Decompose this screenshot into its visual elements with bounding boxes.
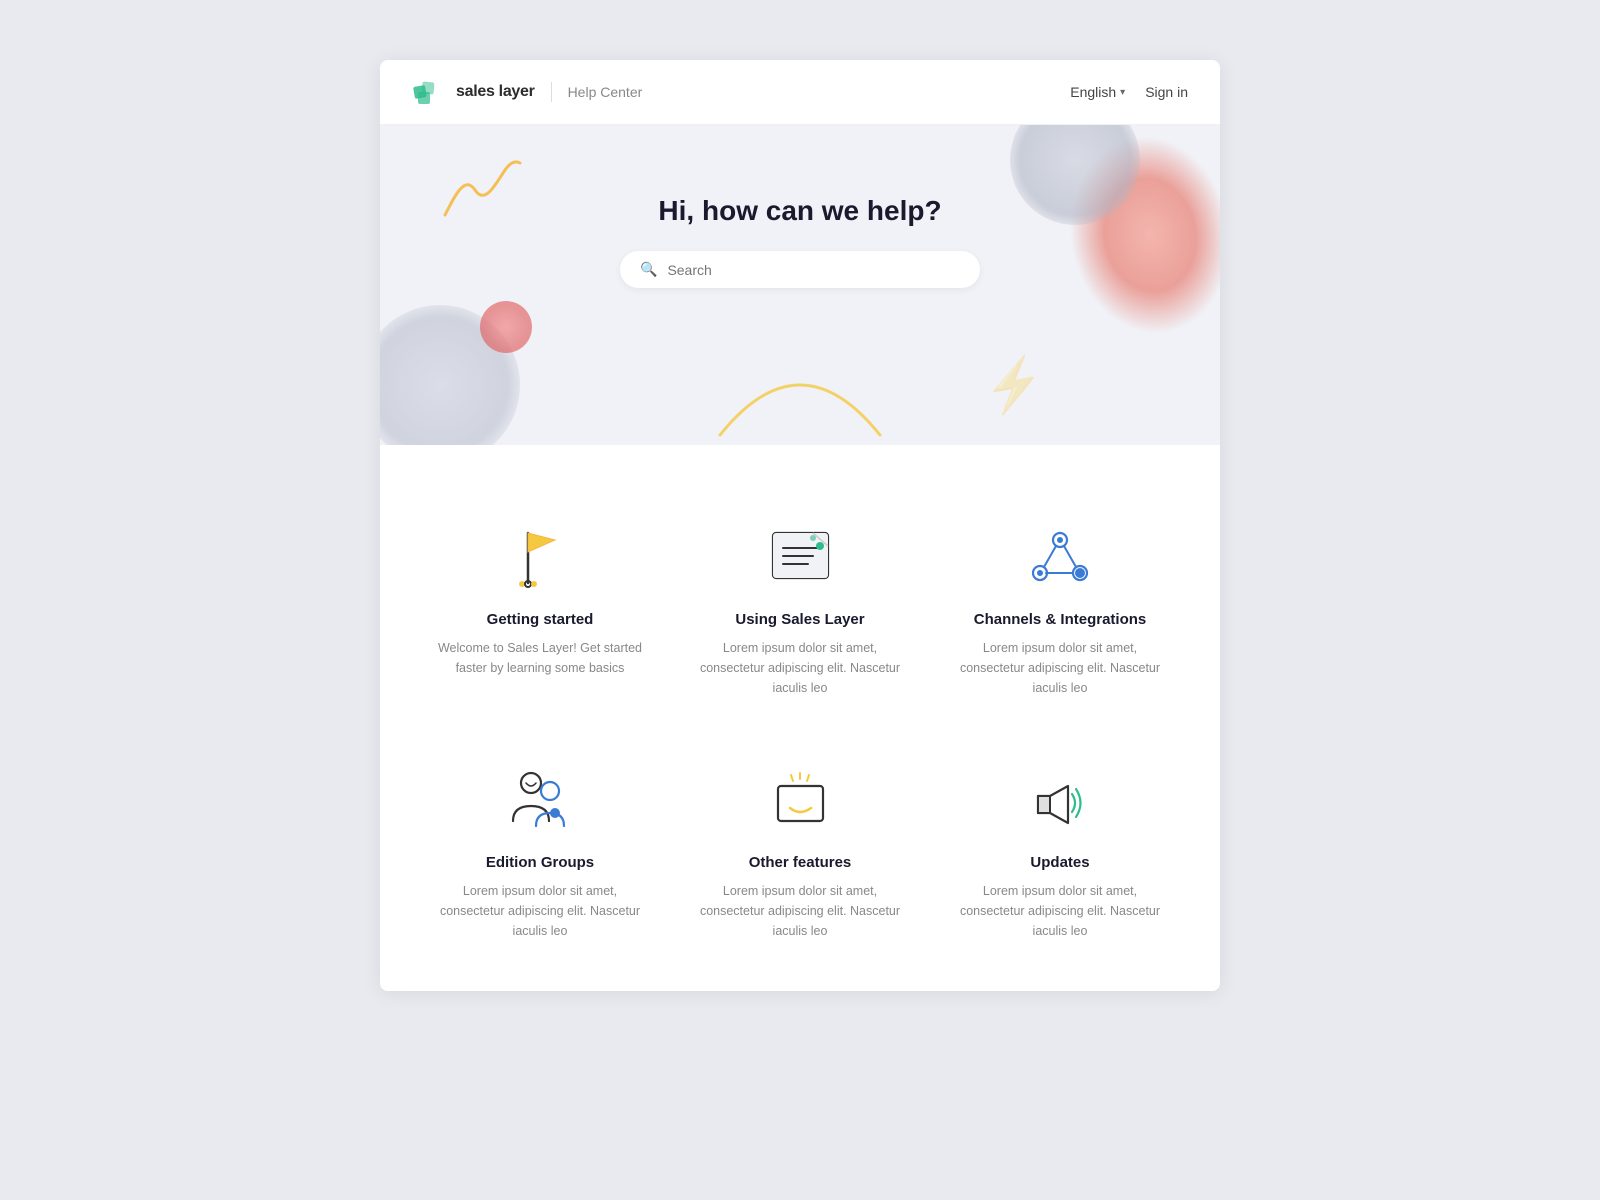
chevron-down-icon: ▾ — [1120, 87, 1125, 98]
edition-groups-desc: Lorem ipsum dolor sit amet, consectetur … — [430, 881, 650, 941]
category-card-edition-groups[interactable]: Edition Groups Lorem ipsum dolor sit ame… — [420, 748, 660, 951]
page-wrapper: sales layer Help Center English ▾ Sign i… — [380, 60, 1220, 991]
arc-decoration — [710, 355, 890, 445]
getting-started-icon — [495, 515, 585, 595]
channels-title: Channels & Integrations — [974, 611, 1147, 628]
squiggle-decoration — [435, 155, 525, 235]
other-features-desc: Lorem ipsum dolor sit amet, consectetur … — [690, 881, 910, 941]
getting-started-title: Getting started — [487, 611, 594, 628]
category-card-channels[interactable]: Channels & Integrations Lorem ipsum dolo… — [940, 505, 1180, 708]
updates-title: Updates — [1030, 854, 1089, 871]
category-card-updates[interactable]: Updates Lorem ipsum dolor sit amet, cons… — [940, 748, 1180, 951]
hero-title: Hi, how can we help? — [658, 195, 941, 227]
using-sales-layer-icon — [755, 515, 845, 595]
other-features-icon — [755, 758, 845, 838]
getting-started-desc: Welcome to Sales Layer! Get started fast… — [430, 638, 650, 678]
header-divider — [551, 82, 552, 102]
updates-icon — [1015, 758, 1105, 838]
category-card-using-sales-layer[interactable]: Using Sales Layer Lorem ipsum dolor sit … — [680, 505, 920, 708]
edition-groups-title: Edition Groups — [486, 854, 594, 871]
help-center-label: Help Center — [568, 84, 643, 100]
using-sales-layer-desc: Lorem ipsum dolor sit amet, consectetur … — [690, 638, 910, 698]
categories-grid: Getting started Welcome to Sales Layer! … — [420, 505, 1180, 951]
header-left: sales layer Help Center — [412, 78, 642, 106]
lightning-decoration: ⚡ — [978, 351, 1050, 420]
header: sales layer Help Center English ▾ Sign i… — [380, 60, 1220, 125]
language-selector[interactable]: English ▾ — [1070, 84, 1125, 100]
sign-in-button[interactable]: Sign in — [1145, 84, 1188, 100]
header-right: English ▾ Sign in — [1070, 84, 1188, 100]
pink-circle-small-decoration — [480, 301, 532, 353]
using-sales-layer-title: Using Sales Layer — [735, 611, 864, 628]
search-icon: 🔍 — [640, 261, 657, 278]
logo-text: sales layer — [456, 83, 535, 101]
channels-icon — [1015, 515, 1105, 595]
updates-desc: Lorem ipsum dolor sit amet, consectetur … — [950, 881, 1170, 941]
language-label: English — [1070, 84, 1116, 100]
edition-groups-icon — [495, 758, 585, 838]
channels-desc: Lorem ipsum dolor sit amet, consectetur … — [950, 638, 1170, 698]
category-card-getting-started[interactable]: Getting started Welcome to Sales Layer! … — [420, 505, 660, 708]
category-card-other-features[interactable]: Other features Lorem ipsum dolor sit ame… — [680, 748, 920, 951]
logo-icon — [412, 78, 444, 106]
other-features-title: Other features — [749, 854, 852, 871]
hero-section: ⚡ Hi, how can we help? 🔍 — [380, 125, 1220, 445]
search-input[interactable] — [667, 262, 960, 278]
categories-section: Getting started Welcome to Sales Layer! … — [380, 445, 1220, 991]
search-bar[interactable]: 🔍 — [620, 251, 980, 288]
